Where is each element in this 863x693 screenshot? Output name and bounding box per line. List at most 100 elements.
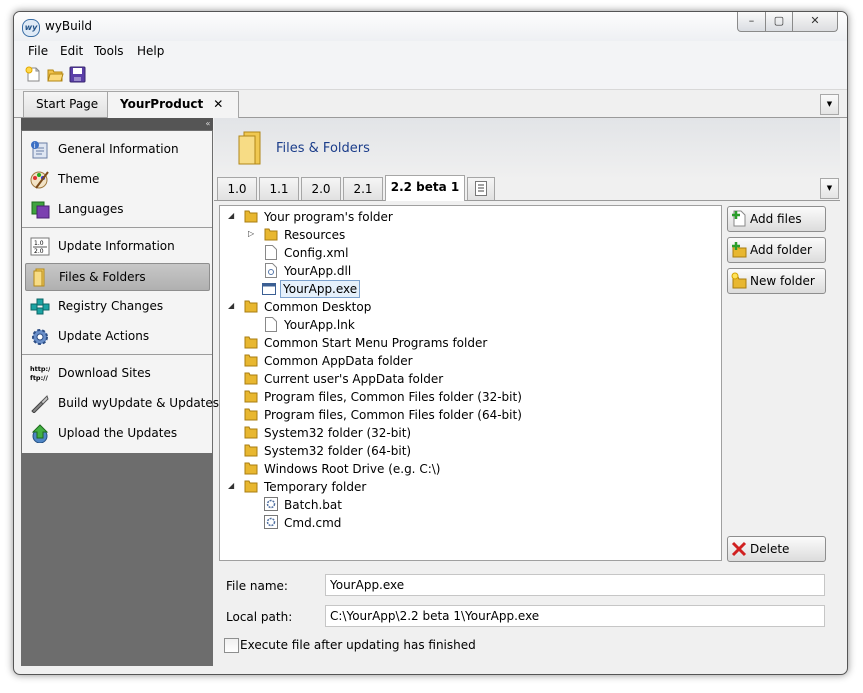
folder-icon — [244, 480, 258, 493]
version-icon: 1.0 2.0 — [30, 237, 50, 256]
tree-node-label: Common AppData folder — [264, 354, 413, 368]
folder-icon — [244, 408, 258, 421]
tree-node-label: Program files, Common Files folder (32-b… — [264, 390, 522, 404]
execute-after-update-label: Execute file after updating has finished — [240, 638, 476, 652]
tree-node-label: Windows Root Drive (e.g. C:\) — [264, 462, 441, 476]
menu-help[interactable]: Help — [137, 44, 164, 58]
collapse-arrow-icon[interactable]: ◢ — [228, 301, 234, 310]
title-bar[interactable]: wy wyBuild – ▢ ✕ — [14, 12, 847, 41]
tab-version-1-0[interactable]: 1.0 — [217, 177, 257, 200]
expand-arrow-icon[interactable]: ▷ — [248, 229, 254, 238]
tab-version-2-1[interactable]: 2.1 — [343, 177, 383, 200]
sidebar-item-label: Languages — [58, 202, 124, 216]
exe-file-icon — [262, 283, 276, 295]
collapse-arrow-icon[interactable]: ◢ — [228, 481, 234, 490]
tab-yourproduct[interactable]: YourProduct ✕ — [107, 91, 239, 119]
sidebar-separator — [22, 227, 212, 228]
new-icon[interactable] — [25, 66, 42, 83]
http-icon-text-bottom: ftp:// — [30, 374, 49, 382]
tree-node-label: Resources — [284, 228, 346, 242]
sidebar-item-download-sites[interactable]: http:// ftp:// Download Sites — [25, 360, 208, 386]
minimize-button[interactable]: – — [737, 12, 766, 32]
sidebar-item-label: Build wyUpdate & Updates — [58, 396, 220, 410]
sidebar-item-general-information[interactable]: i General Information — [25, 136, 208, 162]
http-icon-text-top: http:// — [30, 365, 50, 373]
sidebar-separator — [22, 354, 212, 355]
sidebar-item-theme[interactable]: Theme — [25, 166, 208, 192]
folder-icon — [244, 336, 258, 349]
folder-icon — [244, 210, 258, 223]
tree-node-label: Your program's folder — [264, 210, 393, 224]
folder-icon — [33, 268, 45, 287]
tab-label: Start Page — [36, 97, 99, 111]
sidebar-item-update-actions[interactable]: Update Actions — [25, 323, 208, 349]
file-name-input[interactable] — [325, 574, 825, 596]
menu-tools[interactable]: Tools — [94, 44, 124, 58]
collapse-arrow-icon[interactable]: ◢ — [228, 211, 234, 220]
menu-file[interactable]: File — [28, 44, 48, 58]
execute-after-update-checkbox[interactable] — [224, 638, 239, 653]
delete-button[interactable]: Delete — [727, 536, 826, 562]
folder-icon — [244, 372, 258, 385]
window-title: wyBuild — [45, 19, 93, 33]
version-tabs-dropdown-button[interactable]: ▼ — [820, 178, 839, 199]
tab-version-2-0[interactable]: 2.0 — [301, 177, 341, 200]
folder-icon — [244, 300, 258, 313]
folder-icon — [244, 354, 258, 367]
folder-icon — [244, 444, 258, 457]
add-folder-label: Add folder — [750, 243, 812, 257]
files-tree[interactable]: ◢ Your program's folder ▷ Resources Conf… — [219, 205, 722, 561]
add-version-tab[interactable] — [467, 177, 495, 200]
toolbar — [14, 62, 847, 90]
sidebar-item-label: Registry Changes — [58, 299, 164, 313]
tabs-dropdown-button[interactable]: ▼ — [820, 94, 839, 115]
tree-node-label: System32 folder (32-bit) — [264, 426, 412, 440]
sidebar-item-registry-changes[interactable]: Registry Changes — [25, 293, 208, 319]
close-window-button[interactable]: ✕ — [792, 12, 838, 32]
sidebar-item-languages[interactable]: Languages — [25, 196, 208, 222]
dll-file-icon — [265, 263, 277, 278]
sidebar-item-label: Files & Folders — [59, 270, 146, 284]
file-icon — [265, 245, 277, 260]
tab-label: YourProduct — [120, 97, 204, 111]
sidebar-item-label: Download Sites — [58, 366, 151, 380]
tab-version-1-1[interactable]: 1.1 — [259, 177, 299, 200]
local-path-label: Local path: — [226, 610, 293, 624]
menu-edit[interactable]: Edit — [60, 44, 83, 58]
folder-icon — [244, 462, 258, 475]
save-icon[interactable] — [69, 66, 86, 83]
sidebar-item-label: Upload the Updates — [58, 426, 178, 440]
add-files-button[interactable]: Add files — [727, 206, 826, 232]
tab-version-2-2-beta-1[interactable]: 2.2 beta 1 — [385, 175, 465, 201]
close-tab-icon[interactable]: ✕ — [213, 97, 223, 111]
main-window: wy wyBuild – ▢ ✕ File Edit Tools Help St… — [13, 11, 848, 675]
sidebar-item-upload[interactable]: Upload the Updates — [25, 420, 208, 446]
sidebar-item-files-folders[interactable]: Files & Folders — [25, 263, 210, 291]
tree-node-label: Config.xml — [284, 246, 349, 260]
upload-icon — [31, 424, 49, 443]
tree-node-label: Program files, Common Files folder (64-b… — [264, 408, 522, 422]
section-header: Files & Folders — [214, 118, 840, 180]
languages-icon — [31, 201, 50, 219]
document-tabs: Start Page YourProduct ✕ ▼ — [14, 90, 847, 119]
new-version-icon — [475, 181, 487, 196]
tree-node-label: Current user's AppData folder — [264, 372, 444, 386]
local-path-input[interactable] — [325, 605, 825, 627]
new-folder-button[interactable]: New folder — [727, 268, 826, 294]
sidebar-panel: i General Information Theme Languages 1.… — [22, 131, 219, 453]
add-folder-button[interactable]: Add folder — [727, 237, 826, 263]
maximize-button[interactable]: ▢ — [765, 12, 793, 32]
tree-node-label: Common Desktop — [264, 300, 372, 314]
sidebar-item-label: Update Actions — [58, 329, 150, 343]
sidebar-item-update-information[interactable]: 1.0 2.0 Update Information — [25, 233, 208, 259]
svg-text:i: i — [34, 142, 36, 150]
collapse-icon: « — [205, 119, 211, 128]
files-folders-header-icon — [238, 131, 261, 165]
folder-icon — [244, 426, 258, 439]
sidebar-collapse-button[interactable]: « — [21, 118, 213, 130]
new-folder-label: New folder — [750, 274, 815, 288]
sidebar-item-build[interactable]: Build wyUpdate & Updates — [25, 390, 219, 416]
add-folder-icon — [732, 242, 747, 258]
delete-icon — [731, 541, 747, 557]
open-icon[interactable] — [47, 66, 64, 83]
